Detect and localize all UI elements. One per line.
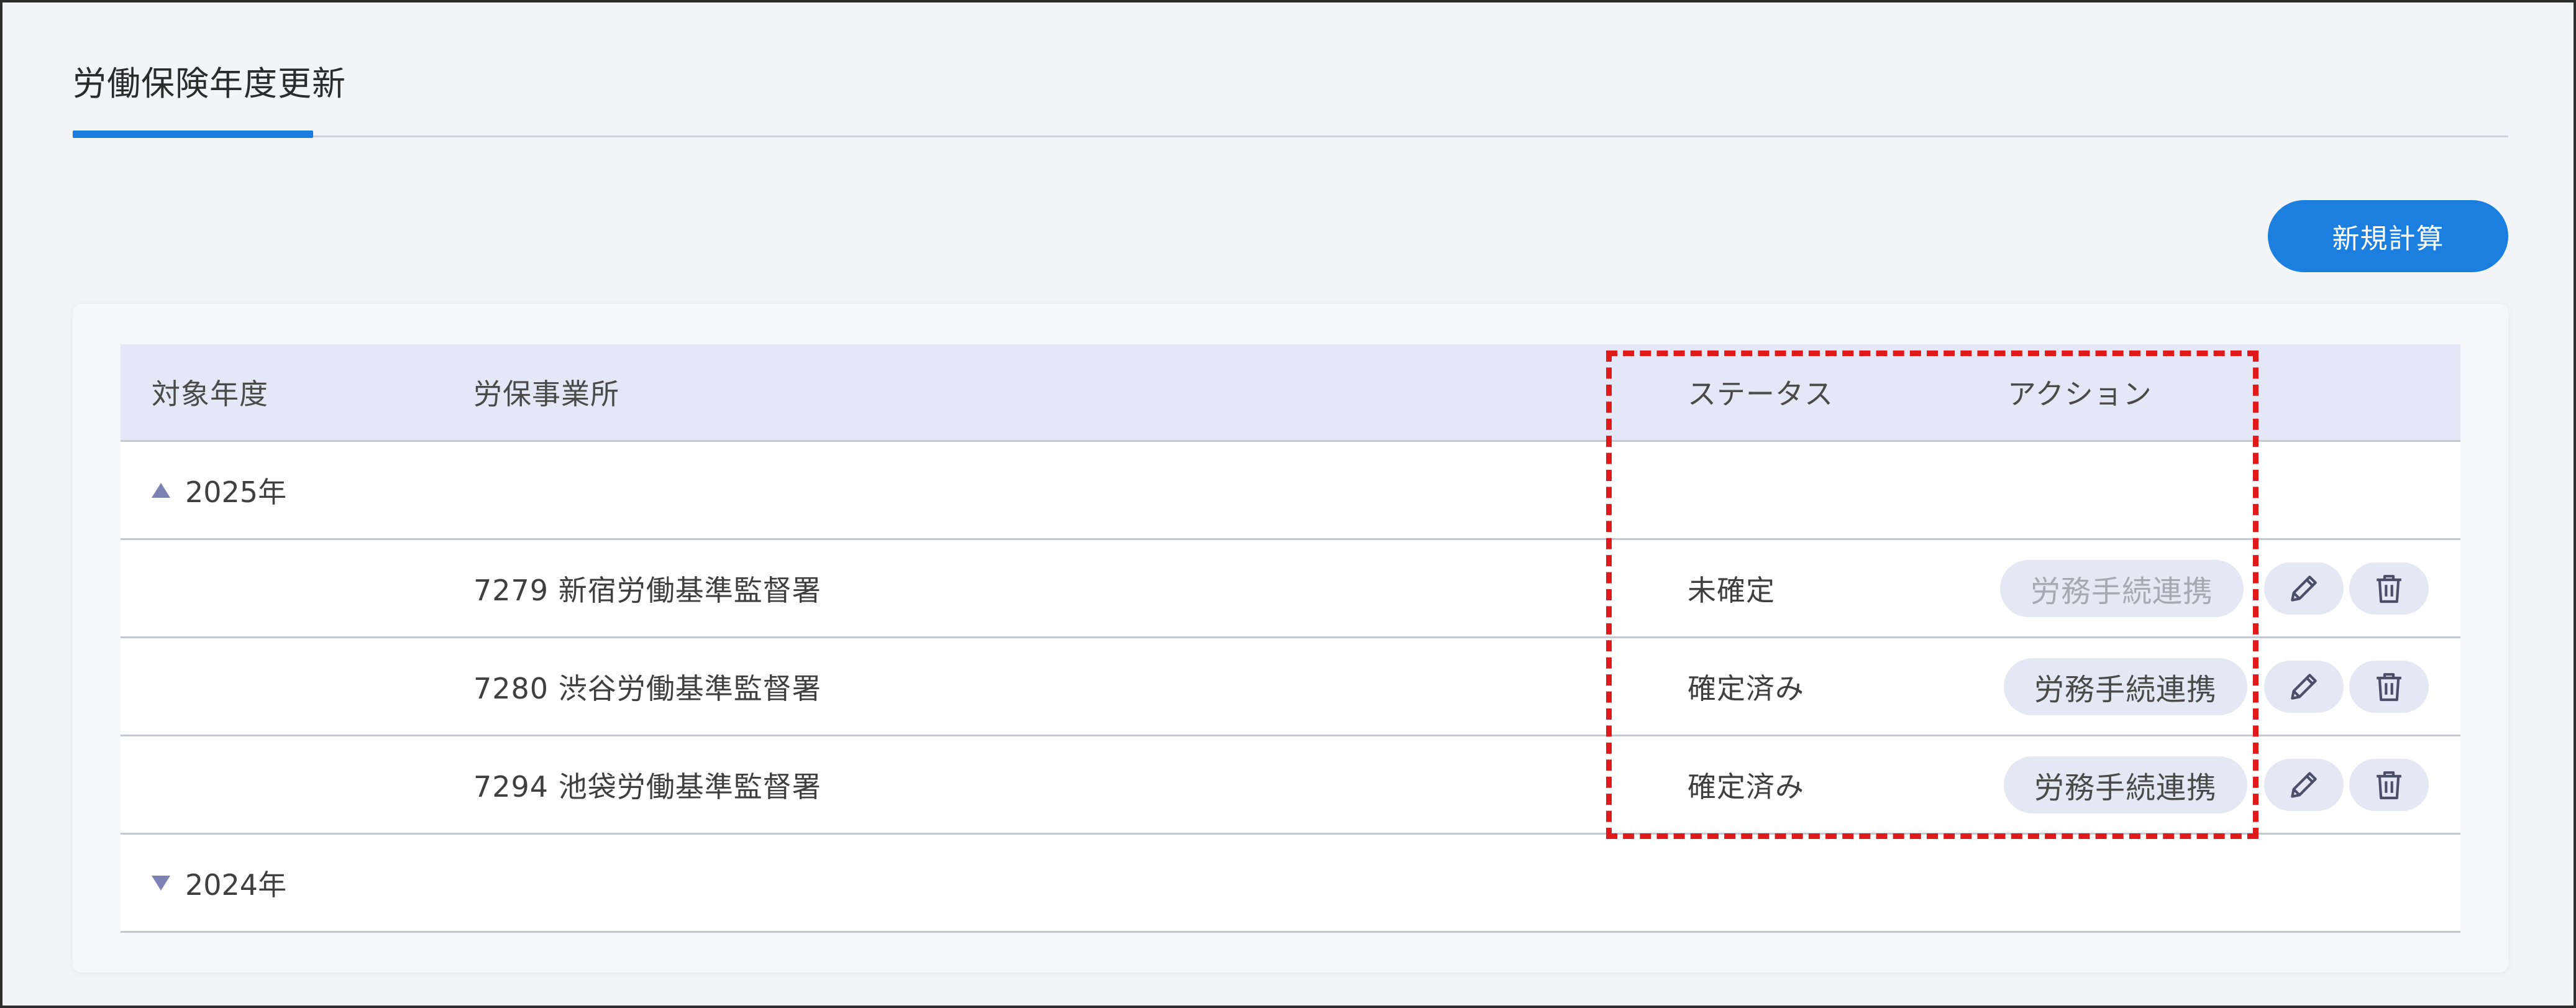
table-row: 7294 池袋労働基準監督署 確定済み 労務手続連携	[121, 736, 2460, 835]
office-name: 7294 池袋労働基準監督署	[473, 769, 821, 804]
year-toggle-2024[interactable]: 2024年	[152, 863, 286, 904]
tab-divider	[73, 135, 2508, 137]
delete-button[interactable]	[2349, 562, 2429, 615]
pencil-icon	[2291, 575, 2317, 602]
status-text: 確定済み	[1688, 769, 1804, 804]
year-group-row-2025: 2025年	[121, 442, 2460, 540]
edit-button[interactable]	[2264, 660, 2344, 713]
office-name: 7280 渋谷労働基準監督署	[473, 671, 821, 705]
table-header: 対象年度 労保事業所 ステータス アクション	[121, 344, 2460, 442]
column-header-office: 労保事業所	[473, 377, 619, 411]
renewal-table: 対象年度 労保事業所 ステータス アクション 2025年 7279 新宿労働基準…	[121, 344, 2460, 933]
app-frame: 労働保険年度更新 新規計算 対象年度 労保事業所 ステータス アクション 202…	[0, 0, 2576, 1008]
year-group-row-2024: 2024年	[121, 835, 2460, 933]
status-text: 確定済み	[1688, 671, 1804, 705]
triangle-down-icon	[152, 875, 170, 891]
table-row: 7279 新宿労働基準監督署 未確定 労務手続連携	[121, 540, 2460, 638]
pencil-icon	[2291, 771, 2317, 798]
triangle-up-icon	[152, 482, 170, 498]
year-label: 2024年	[185, 868, 287, 902]
table-row: 7280 渋谷労働基準監督署 確定済み 労務手続連携	[121, 638, 2460, 736]
edit-button[interactable]	[2264, 758, 2344, 811]
new-calculation-button[interactable]: 新規計算	[2268, 200, 2508, 272]
year-label: 2025年	[185, 475, 287, 509]
column-header-status: ステータス	[1688, 377, 1834, 411]
trash-icon	[2377, 771, 2401, 799]
labor-procedure-link-button[interactable]: 労務手続連携	[2000, 559, 2244, 617]
column-header-year: 対象年度	[152, 377, 268, 411]
delete-button[interactable]	[2349, 660, 2429, 713]
trash-icon	[2377, 672, 2401, 701]
status-text: 未確定	[1688, 573, 1775, 607]
labor-procedure-link-button[interactable]: 労務手続連携	[2004, 756, 2247, 813]
pencil-icon	[2291, 673, 2317, 700]
column-header-action: アクション	[2007, 377, 2152, 411]
delete-button[interactable]	[2349, 758, 2429, 811]
year-toggle-2025[interactable]: 2025年	[152, 470, 286, 511]
page-title: 労働保険年度更新	[73, 64, 346, 103]
labor-procedure-link-button[interactable]: 労務手続連携	[2004, 657, 2247, 715]
office-name: 7279 新宿労働基準監督署	[473, 573, 821, 607]
trash-icon	[2377, 574, 2401, 603]
active-tab-indicator	[73, 131, 313, 138]
edit-button[interactable]	[2264, 562, 2344, 615]
